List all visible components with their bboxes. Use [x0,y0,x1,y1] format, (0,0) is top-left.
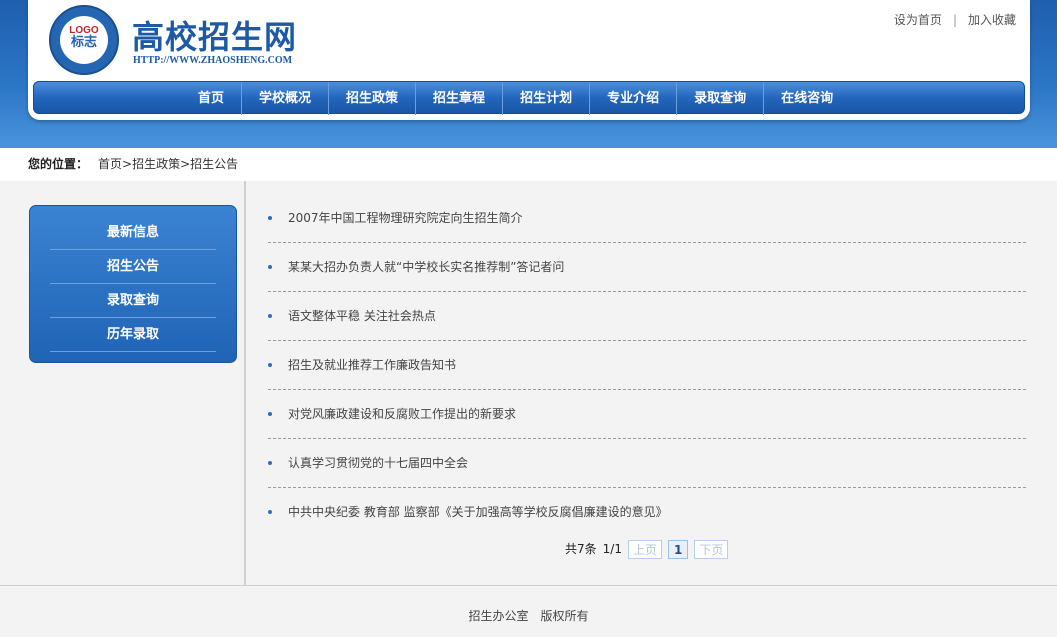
site-url: HTTP://WWW.ZHAOSHENG.COM [133,55,293,66]
divider: | [952,13,957,27]
site-title: 高校招生网 [132,18,298,56]
news-title[interactable]: 招生及就业推荐工作廉政告知书 [288,358,456,372]
current-page[interactable]: 1 [667,540,689,559]
sidebar-item-latest[interactable]: 最新信息 [50,216,216,250]
breadcrumb-path[interactable]: 首页>招生政策>招生公告 [98,157,238,171]
nav-item-charter[interactable]: 招生章程 [415,82,502,115]
header: LOGO 标志 高校招生网 HTTP://WWW.ZHAOSHENG.COM 设… [28,0,1030,120]
logo-text-main: 标志 [70,35,97,50]
pagination: 共7条 1/1 上页 1 下页 [565,540,729,559]
set-homepage-link[interactable]: 设为首页 [894,13,942,27]
top-links: 设为首页 | 加入收藏 [894,11,1016,28]
list-item[interactable]: 语文整体平稳 关注社会热点 [268,292,1026,341]
list-item[interactable]: 认真学习贯彻党的十七届四中全会 [268,439,1026,488]
next-page-button[interactable]: 下页 [694,540,729,559]
nav-item-home[interactable]: 首页 [181,82,241,115]
breadcrumb: 您的位置： 首页>招生政策>招生公告 [0,148,1057,181]
news-title[interactable]: 语文整体平稳 关注社会热点 [288,309,436,323]
sidebar-item-announcements[interactable]: 招生公告 [50,250,216,284]
main-nav: 首页 学校概况 招生政策 招生章程 招生计划 专业介绍 录取查询 在线咨询 [33,81,1025,115]
sidebar-menu: 最新信息 招生公告 录取查询 历年录取 [29,205,237,363]
sidebar-column: 最新信息 招生公告 录取查询 历年录取 [0,181,246,585]
logo-inner: LOGO 标志 [60,16,108,64]
prev-page-button[interactable]: 上页 [627,540,662,559]
page-info: 1/1 [602,542,622,556]
news-title[interactable]: 某某大招办负责人就“中学校长实名推荐制”答记者问 [288,260,564,274]
nav-item-majors[interactable]: 专业介绍 [589,82,676,115]
nav-item-policy[interactable]: 招生政策 [328,82,415,115]
bullet-icon [268,314,272,318]
main-content: 2007年中国工程物理研究院定向生招生简介 某某大招办负责人就“中学校长实名推荐… [248,181,1057,585]
bullet-icon [268,412,272,416]
bullet-icon [268,216,272,220]
total-count: 共7条 [565,542,597,556]
list-item[interactable]: 中共中央纪委 教育部 监察部《关于加强高等学校反腐倡廉建设的意见》 [268,488,1026,537]
nav-item-about[interactable]: 学校概况 [241,82,328,115]
breadcrumb-label: 您的位置： [28,157,89,171]
sidebar-item-admission-query[interactable]: 录取查询 [50,284,216,318]
nav-item-consult[interactable]: 在线咨询 [763,82,850,115]
bullet-icon [268,461,272,465]
copyright-text: 招生办公室 版权所有 [468,609,589,623]
bullet-icon [268,265,272,269]
nav-item-admission-query[interactable]: 录取查询 [676,82,763,115]
list-item[interactable]: 2007年中国工程物理研究院定向生招生简介 [268,194,1026,243]
news-title[interactable]: 认真学习贯彻党的十七届四中全会 [288,456,468,470]
list-item[interactable]: 某某大招办负责人就“中学校长实名推荐制”答记者问 [268,243,1026,292]
bullet-icon [268,363,272,367]
list-item[interactable]: 对党风廉政建设和反腐败工作提出的新要求 [268,390,1026,439]
nav-item-plan[interactable]: 招生计划 [502,82,589,115]
sidebar-item-history[interactable]: 历年录取 [50,318,216,352]
list-item[interactable]: 招生及就业推荐工作廉政告知书 [268,341,1026,390]
bullet-icon [268,510,272,514]
news-title[interactable]: 中共中央纪委 教育部 监察部《关于加强高等学校反腐倡廉建设的意见》 [288,505,668,519]
news-title[interactable]: 对党风廉政建设和反腐败工作提出的新要求 [288,407,516,421]
news-title[interactable]: 2007年中国工程物理研究院定向生招生简介 [288,211,523,225]
news-list: 2007年中国工程物理研究院定向生招生简介 某某大招办负责人就“中学校长实名推荐… [268,194,1026,537]
site-logo[interactable]: LOGO 标志 [49,5,119,75]
add-favorite-link[interactable]: 加入收藏 [968,13,1016,27]
footer: 招生办公室 版权所有 [0,585,1057,637]
